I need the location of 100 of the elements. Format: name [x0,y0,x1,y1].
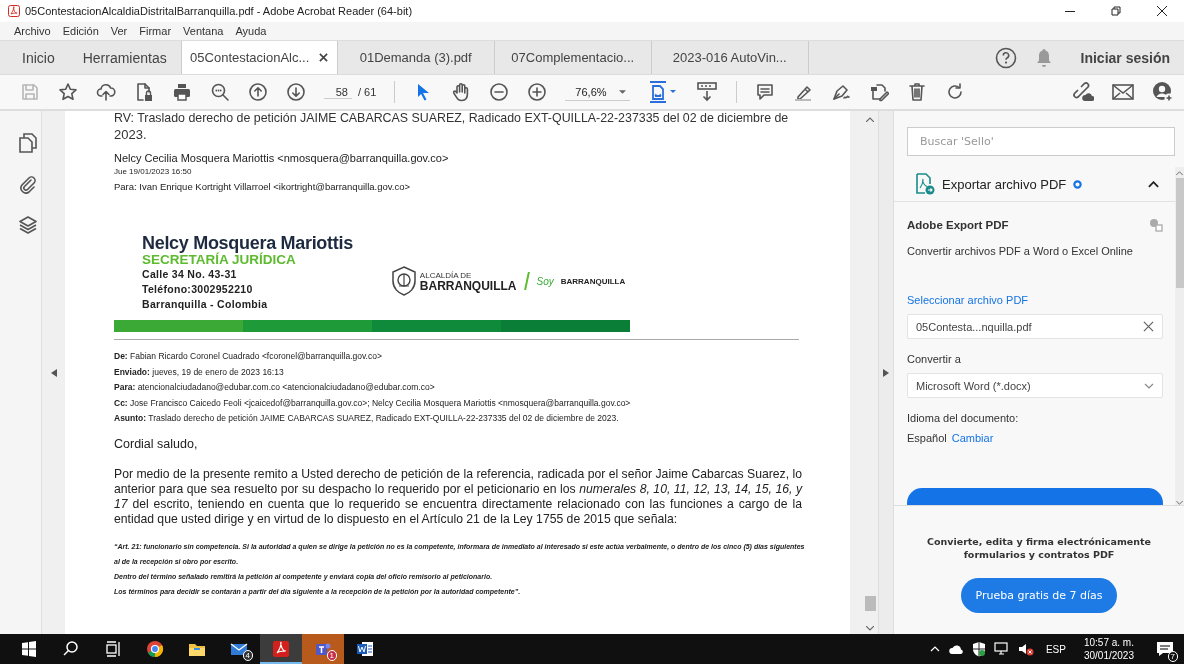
close-icon[interactable] [319,53,329,62]
zoom-out-icon[interactable] [489,82,510,102]
volume-muted-icon[interactable] [1017,642,1034,656]
format-dropdown[interactable]: Microsoft Word (*.docx) [907,373,1163,398]
signature-title: SECRETARÍA JURÍDICA [142,253,297,267]
field-label: Idioma del documento: [907,412,1020,424]
signature-address: Barranquilla - Colombia [142,297,269,312]
document-text: 2023. [114,126,148,143]
menu-item[interactable]: Edición [62,25,99,37]
menu-item[interactable]: Firmar [139,25,172,37]
printer-icon[interactable] [172,82,192,102]
restore-icon[interactable] [1110,5,1122,17]
file-edit-icon[interactable] [868,82,889,102]
panel-description: Convertir archivos PDF a Word o Excel Online [907,245,1134,257]
tab[interactable]: 07Complementacio... [494,41,652,74]
chevron-up-icon[interactable] [1148,180,1159,188]
tab[interactable]: Herramientas [68,41,181,74]
menu-item[interactable]: Archivo [14,25,51,37]
email-header-line: De: Fabian Ricardo Coronel Cuadrado <fcoronel@barranquilla.gov.co> [114,350,383,363]
select-file-link[interactable]: Seleccionar archivo PDF [907,294,1029,306]
page-number-field[interactable]: 58 [324,85,352,99]
scroll-mode-icon[interactable] [695,81,718,103]
clock-date[interactable]: 30/01/2023 [1083,649,1134,662]
language-indicator[interactable]: ESP [1045,643,1066,655]
comment-icon[interactable] [754,82,775,102]
scroll-up-icon[interactable] [866,117,874,122]
taskbar-button[interactable] [260,634,302,664]
clear-icon[interactable] [1143,321,1154,332]
scroll-down-icon[interactable] [866,626,874,631]
field-label: Convertir a [907,353,962,365]
task-view-icon [103,639,123,659]
menu-item[interactable]: Ver [110,25,128,37]
panel-heading: Adobe Export PDF [907,219,1009,231]
pdf-app-icon [271,639,291,659]
tab[interactable]: Inicio [8,41,69,74]
clock-time[interactable]: 10:57 a. m. [1083,636,1134,649]
shield-icon[interactable] [971,641,986,657]
help-icon[interactable] [994,46,1017,69]
recipient-line: Para: Ivan Enrique Kortright Villarroel <ikortright@barranquilla.gov.co> [114,181,412,192]
info-dot-icon [1073,179,1083,189]
star-icon[interactable] [58,82,78,102]
zoom-dropdown[interactable]: 76,6% [565,83,630,101]
file-field[interactable]: 05Contesta...nquilla.pdf [907,314,1163,339]
pen-nib-icon[interactable] [830,82,851,102]
window-title: 05ContestacionAlcaldiaDistritalBarranquilla.pdf - Adobe Acrobat Reader (64-bit) [25,5,414,17]
arrow-up-circle-icon[interactable] [248,82,268,102]
search-icon[interactable] [210,82,230,102]
cloud-upload-icon[interactable] [96,82,116,102]
taskbar-button[interactable]: 1 [302,634,344,664]
badge: 7 [1167,651,1178,662]
slogan-text: BARRANQUILLA [560,276,626,286]
fit-page-icon[interactable] [647,80,678,104]
mail-icon[interactable] [1112,83,1134,101]
close-icon[interactable] [1156,5,1168,17]
scroll-up-icon[interactable] [1176,171,1183,175]
menu-item[interactable]: Ayuda [235,25,267,37]
add-user-icon[interactable] [1152,81,1174,103]
page-count: / 61 [358,86,377,98]
tab[interactable]: 05ContestacionAlc... [180,41,338,74]
sign-in-link[interactable]: Iniciar sesión [1080,49,1170,66]
scroll-thumb[interactable] [864,596,876,611]
logo-text: ALCALDÍA DE [419,270,473,281]
layers-icon[interactable] [18,215,37,235]
collapse-arrow-icon[interactable] [51,368,57,377]
email-header-line: Enviado: jueves, 19 de enero de 2023 16:13 [114,365,285,379]
cloud-icon[interactable] [947,644,964,654]
network-icon[interactable] [993,642,1010,656]
tab[interactable]: 01Demanda (3).pdf [337,41,495,74]
scroll-down-icon[interactable] [1176,501,1183,505]
logo-text: BARRANQUILLA [419,281,517,292]
search-field[interactable]: Buscar 'Sello' [907,127,1175,156]
taskbar-button[interactable]: 4 [218,634,260,664]
zoom-in-icon[interactable] [527,82,548,102]
trial-button[interactable]: Prueba gratis de 7 días [961,578,1117,613]
language-value: Español [907,432,947,444]
file-lock-icon[interactable] [134,82,154,102]
body-paragraph: Por medio de la presente remito a Usted derecho de petición de la referencia, radicada por el señor Jaime Cabarcas Suarez, lo anterior para que sea resuelto por su despacho lo requerido por el peticionario en los numerales 8, 10, 11, 12, 13, 14, 15, 16, y 17 del escrito, teniendo en cuenta que lo requerido se encuentra directamente relacionado con las funciones a cargo de la entidad que usted dirige y en virtud de lo dispuesto en el Artículo 21 de la Ley 1755 de 2015 que señala: [114,466,802,527]
scrollbar[interactable] [1175,167,1184,505]
change-link[interactable]: Cambiar [951,432,994,444]
trash-icon[interactable] [906,82,927,102]
badge: 4 [242,650,253,661]
pages-icon[interactable] [18,133,37,153]
notification-icon[interactable] [1156,640,1174,658]
document-app-icon [355,639,375,659]
export-pdf-icon [915,173,935,195]
menu-item[interactable]: Ventana [183,25,224,37]
signature-address: Calle 34 No. 43-31 [142,267,238,282]
section-header[interactable]: Exportar archivo PDF [894,167,1175,202]
arrow-down-circle-icon[interactable] [286,82,306,102]
expand-arrow-icon[interactable] [883,368,889,377]
paperclip-icon[interactable] [18,174,37,194]
caret-down-icon [618,89,626,94]
link-cloud-icon[interactable] [1072,81,1094,103]
pdf-file-icon [8,5,20,17]
scroll-thumb[interactable] [1175,178,1184,288]
document-text: RV: Traslado derecho de petición JAIME CABARCAS SUAREZ, Radicado EXT-QUILLA-22-237335 del 02 de diciembre de [114,111,790,126]
email-header-line: Cc: Jose Francisco Caicedo Feoli <jcaicedof@barranquilla.gov.co>; Nelcy Cecilia Mosquera Mariottis <nmosquera@barranquilla.gov.co> [114,396,632,410]
signature-address: Teléfono:3002952210 [142,282,254,297]
tab[interactable]: 2023-016 AutoVin... [651,41,809,74]
browser-icon [145,639,165,659]
